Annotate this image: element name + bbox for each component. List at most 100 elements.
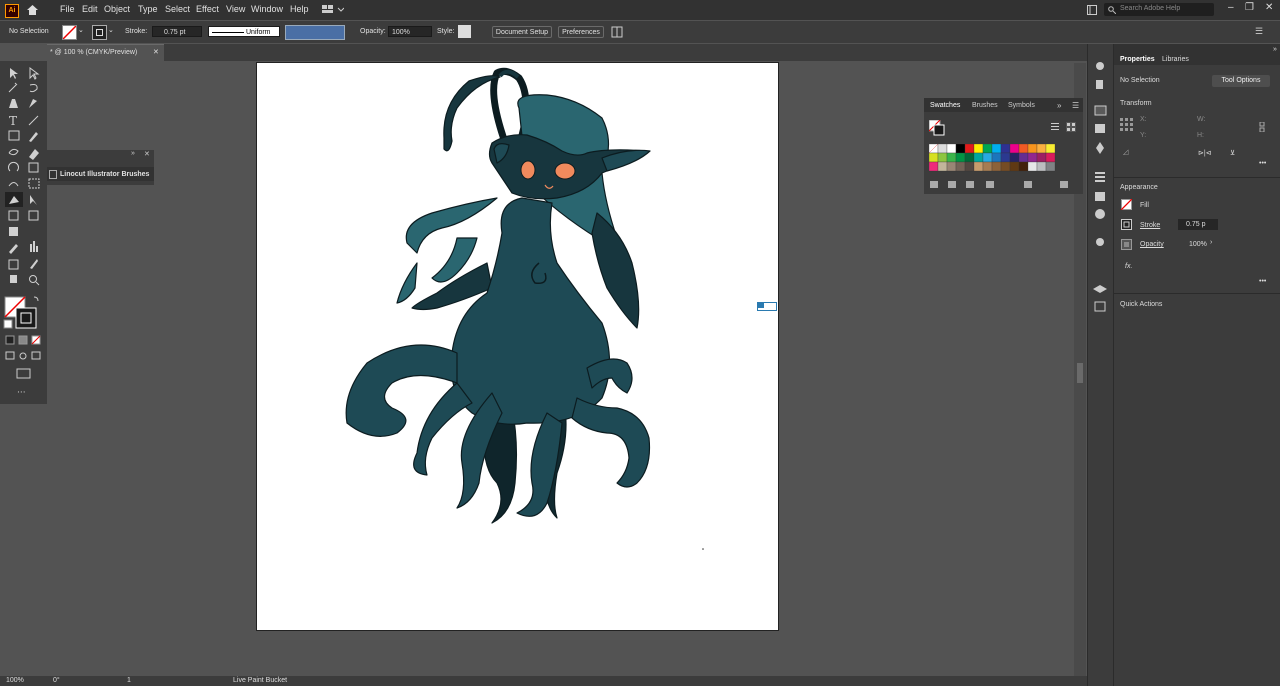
pen-tool-icon [9, 99, 18, 108]
rectangle-tool-icon [8, 130, 20, 141]
appearance-stroke-swatch[interactable] [1121, 219, 1132, 230]
menu-edit[interactable]: Edit [82, 4, 98, 14]
menu-effect[interactable]: Effect [196, 4, 219, 14]
menu-type[interactable]: Type [138, 4, 158, 14]
zoom-level[interactable]: 100% [6, 677, 24, 684]
arrange-documents-icon[interactable] [1087, 5, 1097, 15]
scroll-thumb[interactable] [1077, 363, 1083, 383]
constrain-proportions-icon[interactable] [1257, 122, 1267, 132]
control-bar-menu-icon[interactable]: ☰ [1255, 26, 1263, 37]
menu-window[interactable]: Window [251, 4, 283, 14]
tab-brushes[interactable]: Brushes [972, 102, 998, 109]
opacity-arrow-icon[interactable]: › [1210, 239, 1212, 246]
magic-wand-icon [8, 82, 18, 93]
menu-select[interactable]: Select [165, 4, 190, 14]
tab-properties[interactable]: Properties [1120, 56, 1155, 63]
selection-state: No Selection [1120, 77, 1160, 84]
home-icon[interactable] [26, 3, 39, 16]
opacity-field[interactable]: 100% [388, 26, 432, 37]
artboard-number[interactable]: 1 [127, 677, 131, 684]
menu-file[interactable]: File [60, 4, 75, 14]
add-effect-button[interactable]: fx. [1125, 263, 1132, 270]
fill-stroke-swatch-icon[interactable] [929, 120, 945, 136]
tab-libraries[interactable]: Libraries [1162, 56, 1189, 63]
artboard-tool-icon [8, 259, 19, 270]
swatch-grid[interactable] [929, 144, 1069, 174]
transform-section-title: Transform [1120, 100, 1152, 107]
bounding-handle[interactable] [757, 302, 777, 311]
swatches-expand-icon[interactable]: » [1057, 101, 1061, 110]
selection-status: No Selection [9, 28, 49, 35]
close-tab-icon[interactable]: ✕ [153, 48, 159, 56]
free-transform-tool-icon [28, 178, 40, 189]
document-setup-button[interactable]: Document Setup [492, 26, 552, 38]
graphic-styles-icon [1096, 238, 1104, 246]
stroke-weight-field[interactable]: 0.75 pt [152, 26, 202, 37]
document-icon [1096, 80, 1103, 89]
tool-options-button[interactable]: Tool Options [1212, 75, 1270, 87]
arrange-icon[interactable] [611, 26, 623, 38]
graphic-style-swatch[interactable] [458, 25, 471, 38]
slice-tool-icon [30, 259, 38, 269]
appearance-more-icon[interactable]: ••• [1259, 278, 1266, 285]
flip-horizontal-icon[interactable]: ⊳|⊲ [1198, 149, 1212, 157]
search-help-input[interactable]: Search Adobe Help [1104, 3, 1214, 16]
appearance-fill-swatch[interactable] [1121, 199, 1132, 210]
restore-button[interactable]: ❐ [1245, 2, 1254, 13]
stroke-label[interactable]: Stroke: [125, 28, 147, 35]
stroke-swatch[interactable] [92, 25, 107, 40]
opacity-label[interactable]: Opacity: [360, 28, 386, 35]
illustrator-logo: Ai [5, 4, 19, 18]
variable-width-profile[interactable]: Uniform [208, 26, 280, 37]
search-icon [1108, 6, 1116, 14]
document-tab-bar [47, 44, 1087, 61]
properties-panel: Properties Libraries » No Selection Tool… [1113, 44, 1280, 686]
current-tool-status: Live Paint Bucket [233, 677, 288, 684]
transform-more-icon[interactable]: ••• [1259, 160, 1266, 167]
minimize-button[interactable]: – [1228, 2, 1234, 13]
gradient-tool-icon [9, 227, 18, 236]
collapse-panel-icon[interactable]: » [131, 150, 135, 157]
appearance-opacity-label[interactable]: Opacity [1140, 241, 1164, 248]
brush-library-panel: » ✕ Linocut Illustrator Brushes [47, 150, 154, 185]
menu-view[interactable]: View [226, 4, 245, 14]
menu-object[interactable]: Object [104, 4, 130, 14]
live-paint-selection-icon [30, 195, 37, 205]
fill-swatch[interactable] [62, 25, 77, 40]
stray-point [702, 548, 704, 550]
brush-definition[interactable] [285, 25, 345, 40]
view-toggle-icons[interactable] [1051, 122, 1079, 132]
selection-tool-icon [10, 68, 18, 79]
edit-toolbar-icon: ··· [17, 388, 26, 398]
appearance-section-title: Appearance [1120, 184, 1158, 191]
tab-symbols[interactable]: Symbols [1008, 102, 1035, 109]
creature-illustration[interactable] [257, 63, 778, 630]
menu-help[interactable]: Help [290, 4, 309, 14]
hand-tool-icon [10, 275, 17, 283]
flip-vertical-icon[interactable]: ⊻ [1230, 149, 1235, 157]
swatches-panel: Swatches Brushes Symbols » ☰ [924, 98, 1083, 194]
library-icon [49, 170, 57, 179]
preferences-button[interactable]: Preferences [558, 26, 604, 38]
appearance-stroke-label[interactable]: Stroke [1140, 222, 1160, 229]
panel-icon-strip [1087, 44, 1113, 686]
artboard[interactable] [256, 62, 779, 631]
tab-swatches[interactable]: Swatches [930, 102, 960, 109]
fill-dropdown-icon[interactable]: ⌄ [78, 26, 84, 34]
appearance-stroke-field[interactable]: 0.75 p [1178, 219, 1218, 230]
document-tab[interactable]: * @ 100 % (CMYK/Preview) ✕ [47, 44, 164, 62]
reference-point-icon[interactable] [1120, 118, 1134, 132]
close-panel-icon[interactable]: ✕ [144, 150, 150, 158]
stroke-dropdown-icon[interactable]: ⌄ [108, 26, 114, 34]
tool-icons: T ··· [3, 67, 41, 398]
appearance-icon [1095, 209, 1105, 219]
close-window-button[interactable]: ✕ [1265, 2, 1273, 13]
brush-library-title[interactable]: Linocut Illustrator Brushes [60, 171, 149, 178]
panel-collapse-icon[interactable]: » [1273, 46, 1277, 53]
swatch-actions[interactable] [930, 180, 1070, 189]
rotate-icon[interactable]: ◿ [1123, 148, 1128, 156]
workspace-switcher-icon[interactable] [322, 4, 344, 14]
swatches-menu-icon[interactable]: ☰ [1072, 101, 1079, 110]
rotation-value[interactable]: 0° [53, 677, 60, 684]
fill-stroke-widget [3, 296, 39, 329]
